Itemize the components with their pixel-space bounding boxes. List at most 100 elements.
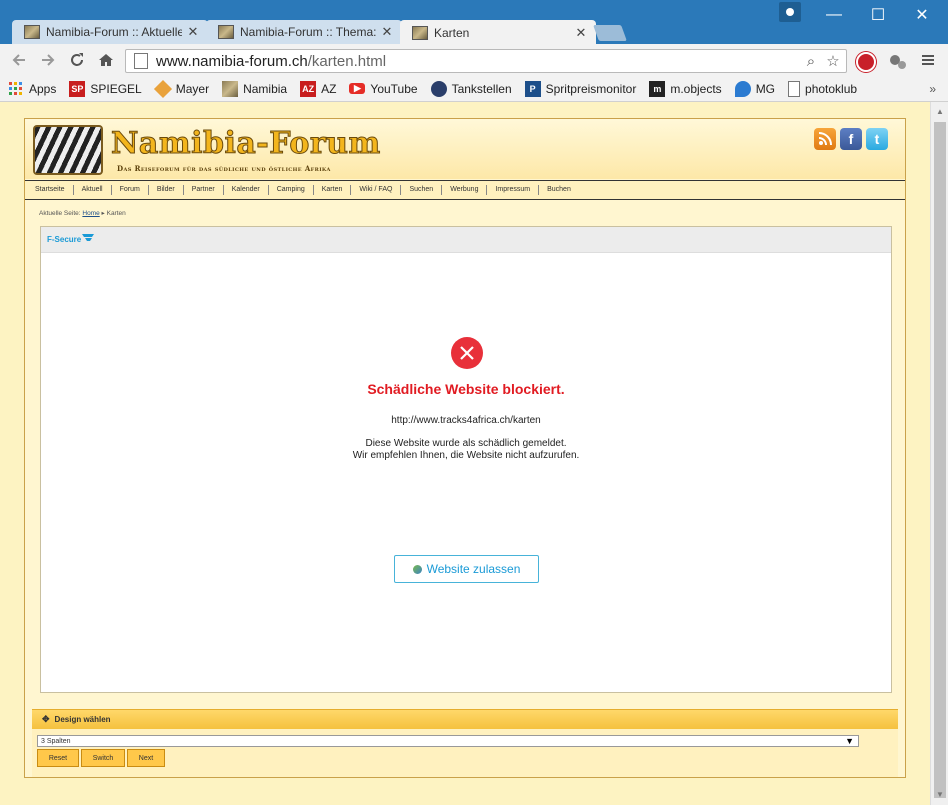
bookmark-label: SPIEGEL	[90, 81, 142, 96]
mayer-icon	[153, 79, 172, 98]
block-message-line: Diese Website wurde als schädlich gemeld…	[365, 438, 567, 449]
nav-forum[interactable]: Forum	[112, 185, 149, 195]
reload-button[interactable]	[66, 49, 88, 71]
arrow-left-icon	[12, 54, 25, 66]
bookmark-star-icon[interactable]: ☆	[824, 52, 842, 70]
bookmark-mg[interactable]: MG	[734, 80, 776, 97]
bookmark-label: m.objects	[670, 81, 722, 96]
nav-bilder[interactable]: Bilder	[149, 185, 184, 195]
breadcrumb-separator-icon: ▸	[101, 210, 105, 217]
spritpreismonitor-icon: P	[524, 80, 541, 97]
minimize-button[interactable]: —	[812, 0, 856, 30]
extension-icon[interactable]	[888, 52, 908, 72]
tab-namibia-forum-thema[interactable]: Namibia-Forum :: Thema: I ✕	[206, 20, 402, 44]
nav-wiki-faq[interactable]: Wiki / FAQ	[351, 185, 402, 195]
nav-aktuell[interactable]: Aktuell	[74, 185, 112, 195]
mg-icon	[734, 80, 751, 97]
bookmark-spritpreismonitor[interactable]: P Spritpreismonitor	[524, 80, 637, 97]
maximize-button[interactable]: ☐	[856, 0, 900, 30]
tab-namibia-forum-aktuelle[interactable]: Namibia-Forum :: Aktuelle ✕	[12, 20, 208, 44]
fsecure-logo-icon	[82, 234, 94, 241]
page-icon	[134, 53, 148, 69]
design-chooser-title: Design wählen	[54, 715, 111, 724]
page-icon	[788, 80, 801, 97]
bookmark-label: AZ	[321, 81, 337, 96]
nav-camping[interactable]: Camping	[269, 185, 314, 195]
nav-impressum[interactable]: Impressum	[487, 185, 540, 195]
scroll-down-icon[interactable]: ▼	[931, 787, 948, 803]
move-icon: ✥	[42, 714, 50, 724]
nav-startseite[interactable]: Startseite	[35, 185, 74, 195]
breadcrumb-home-link[interactable]: Home	[82, 210, 99, 217]
rss-icon[interactable]	[814, 128, 836, 150]
breadcrumb-current: Karten	[106, 210, 126, 217]
bookmark-spiegel[interactable]: SP SPIEGEL	[69, 80, 142, 97]
mobjects-icon: m	[649, 80, 666, 97]
scrollbar-thumb[interactable]	[934, 122, 946, 798]
bookmarks-overflow-icon[interactable]: »	[929, 82, 936, 96]
reset-button[interactable]: Reset	[37, 749, 79, 767]
bookmark-mayer[interactable]: Mayer	[153, 79, 209, 98]
allow-website-label: Website zulassen	[426, 562, 521, 576]
close-icon[interactable]: ✕	[380, 24, 394, 40]
bookmark-youtube[interactable]: ▶ YouTube	[349, 81, 418, 96]
tab-title: Karten	[434, 25, 470, 40]
bookmark-tankstellen[interactable]: Tankstellen	[430, 80, 512, 97]
scroll-up-icon[interactable]: ▲	[931, 104, 948, 120]
zoom-search-icon[interactable]: ⌕	[802, 53, 820, 70]
home-button[interactable]	[95, 49, 117, 71]
address-url[interactable]: www.namibia-forum.ch/karten.html	[156, 53, 802, 70]
bookmark-az[interactable]: AZ AZ	[300, 80, 337, 97]
site-title[interactable]: Namibia-Forum	[111, 126, 381, 162]
design-chooser-header: ✥ Design wählen	[32, 709, 898, 729]
next-button[interactable]: Next	[127, 749, 165, 767]
zebra-logo-image[interactable]	[33, 125, 103, 175]
close-window-button[interactable]: ✕	[900, 0, 944, 30]
nav-suchen[interactable]: Suchen	[401, 185, 443, 195]
breadcrumb: Aktuelle Seite: Home ▸ Karten	[39, 209, 126, 217]
nav-werbung[interactable]: Werbung	[442, 185, 488, 195]
reload-icon	[71, 53, 83, 66]
nav-partner[interactable]: Partner	[184, 185, 224, 195]
bookmark-label: Apps	[29, 81, 57, 96]
profile-icon[interactable]	[779, 2, 801, 22]
menu-icon[interactable]	[920, 52, 940, 72]
bookmark-label: photoklub	[805, 81, 858, 96]
site-nav: Startseite Aktuell Forum Bilder Partner …	[25, 180, 905, 200]
allow-website-button[interactable]: Website zulassen	[394, 555, 539, 583]
site-container: Namibia-Forum Das Reiseforum für das süd…	[24, 118, 906, 778]
nav-buchen[interactable]: Buchen	[539, 185, 579, 195]
facebook-icon[interactable]: f	[840, 128, 862, 150]
bookmark-label: MG	[755, 81, 776, 96]
switch-button[interactable]: Switch	[81, 749, 125, 767]
adblock-icon[interactable]	[856, 52, 876, 72]
spiegel-icon: SP	[69, 80, 86, 97]
bookmark-namibia[interactable]: Namibia	[222, 80, 288, 97]
home-icon	[99, 54, 113, 66]
nav-karten[interactable]: Karten	[314, 185, 352, 195]
bookmark-photoklub[interactable]: photoklub	[788, 80, 858, 97]
vertical-scrollbar[interactable]: ▲ ▼	[930, 102, 948, 805]
bookmark-label: YouTube	[370, 81, 418, 96]
arrow-right-icon	[42, 54, 55, 66]
twitter-icon[interactable]: t	[866, 128, 888, 150]
back-button[interactable]	[8, 49, 30, 71]
new-tab-button[interactable]	[593, 25, 627, 41]
bookmark-label: Spritpreismonitor	[545, 81, 637, 96]
bookmark-apps[interactable]: Apps	[8, 81, 56, 97]
page-viewport: Namibia-Forum Das Reiseforum für das süd…	[0, 102, 930, 805]
bookmark-label: Namibia	[243, 81, 288, 96]
design-select[interactable]: 3 Spalten ▼	[37, 735, 859, 747]
nav-kalender[interactable]: Kalender	[224, 185, 269, 195]
address-bar[interactable]: www.namibia-forum.ch/karten.html ⌕ ☆	[125, 49, 847, 73]
close-icon[interactable]: ✕	[574, 25, 588, 41]
bookmark-label: Tankstellen	[451, 81, 512, 96]
browser-titlebar: Namibia-Forum :: Aktuelle ✕ Namibia-Foru…	[0, 0, 948, 45]
bookmark-mobjects[interactable]: m m.objects	[649, 80, 722, 97]
tab-title: Namibia-Forum :: Aktuelle	[46, 25, 182, 39]
forward-button[interactable]	[37, 49, 59, 71]
tab-karten[interactable]: Karten ✕	[400, 20, 596, 45]
site-header: Namibia-Forum Das Reiseforum für das süd…	[25, 119, 905, 179]
block-message: Diese Website wurde als schädlich gemeld…	[41, 438, 891, 462]
close-icon[interactable]: ✕	[186, 24, 200, 40]
